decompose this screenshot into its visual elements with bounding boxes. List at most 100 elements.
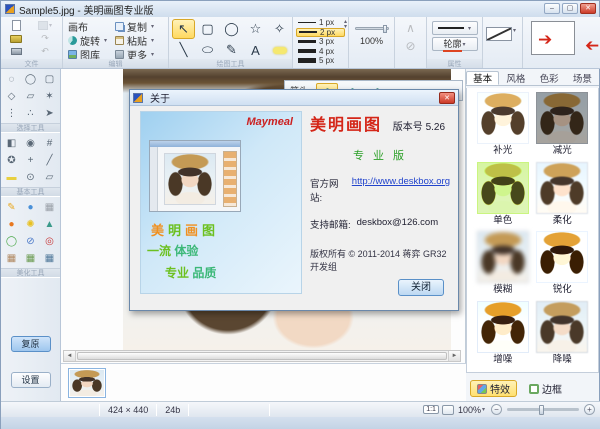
filter-item-soften[interactable]: 柔化 — [533, 162, 593, 230]
mountain-icon[interactable]: ▲ — [41, 217, 59, 232]
undo-button[interactable]: ↶ — [30, 45, 60, 58]
cross-line-icon[interactable] — [486, 27, 512, 41]
angle-tool-button[interactable]: ∧ — [398, 19, 423, 37]
width-option-5px[interactable]: 5 px — [296, 56, 345, 66]
callout-tool-button[interactable]: ⬭ — [196, 40, 219, 60]
website-link[interactable]: http://www.deskbox.org — [352, 176, 450, 204]
dialog-close-button[interactable]: 关闭 — [398, 279, 444, 296]
image-thumbnail[interactable] — [68, 368, 106, 398]
zoom-slider-handle[interactable] — [539, 405, 544, 415]
target-icon[interactable]: ◎ — [41, 234, 59, 249]
width-option-4px[interactable]: 4 px — [296, 47, 345, 57]
width-option-1px[interactable]: 1 px — [296, 18, 345, 28]
restore-button[interactable]: 复原 — [11, 336, 51, 352]
slope-tool-icon[interactable]: ╱ — [41, 153, 59, 168]
filter-thumbnail[interactable] — [477, 231, 529, 283]
arrow-tool-button[interactable]: ↖ — [172, 19, 195, 39]
filter-thumbnail[interactable] — [477, 301, 529, 353]
open-file-button[interactable] — [4, 32, 28, 45]
rectangle-tool-button[interactable]: ▢ — [196, 19, 219, 39]
freeform-select-icon[interactable]: ▱ — [22, 89, 40, 104]
width-option-2px[interactable]: 2 px — [296, 28, 345, 38]
texture-icon[interactable]: ▦ — [41, 200, 59, 215]
filter-thumbnail[interactable] — [536, 162, 588, 214]
highlight-tool-icon[interactable]: ▬ — [3, 170, 21, 185]
dialog-title-bar[interactable]: 关于 ✕ — [130, 90, 458, 106]
filter-item-fill-light[interactable]: 补光 — [473, 92, 533, 160]
canvas-button[interactable]: 画布 — [66, 19, 109, 33]
filter-item-denoise[interactable]: 降噪 — [533, 301, 593, 369]
dotted-select-icon[interactable]: ⋮ — [3, 106, 21, 121]
photo-chip-icon[interactable]: ▦ — [3, 251, 21, 266]
title-bar[interactable]: Sample5.jpg - 美明画图专业版 – ▢ ✕ — [1, 1, 599, 17]
ellipse-select-icon[interactable]: ◯ — [22, 72, 40, 87]
filter-thumbnail[interactable] — [477, 162, 529, 214]
effects-toggle[interactable]: 特效 — [470, 380, 517, 397]
green-ring-icon[interactable]: ◯ — [3, 234, 21, 249]
stamp-tool-icon[interactable]: ✪ — [3, 153, 21, 168]
crop-tool-icon[interactable]: # — [41, 136, 59, 151]
star4-tool-button[interactable]: ✧ — [268, 19, 291, 39]
star-tool-button[interactable]: ☆ — [244, 19, 267, 39]
filter-item-monochrome[interactable]: 单色 — [473, 162, 533, 230]
gradient-tool-icon[interactable]: ◧ — [3, 136, 21, 151]
settings-button[interactable]: 设置 — [11, 372, 51, 388]
filter-thumbnail[interactable] — [536, 301, 588, 353]
filter-thumbnail[interactable] — [536, 92, 588, 144]
photo-chip-icon[interactable]: ▦ — [22, 251, 40, 266]
text-tool-button[interactable]: A — [244, 40, 267, 60]
opacity-slider[interactable] — [355, 27, 389, 30]
magic-wand-icon[interactable]: ✶ — [41, 89, 59, 104]
copy-button[interactable]: 复制▾ — [113, 19, 156, 33]
zoom-caret-icon[interactable]: ▾ — [482, 406, 485, 413]
highlighter-tool-button[interactable] — [268, 40, 291, 60]
redo-button[interactable]: ↷ — [30, 32, 60, 45]
border-toggle[interactable]: 边框 — [523, 380, 568, 397]
sparkle-icon[interactable]: ✺ — [22, 217, 40, 232]
pen-beauty-icon[interactable]: ✎ — [3, 200, 21, 215]
no-fill-button[interactable]: ⊘ — [398, 37, 423, 55]
opacity-slider-handle[interactable] — [383, 25, 387, 33]
move-cursor-icon[interactable]: ➤ — [41, 106, 59, 121]
lasso-tool-icon[interactable]: ◌ — [3, 72, 21, 87]
filter-item-blur[interactable]: 模糊 — [473, 231, 533, 299]
filter-item-dim-light[interactable]: 减光 — [533, 92, 593, 160]
ellipse-tool-button[interactable]: ◯ — [220, 19, 243, 39]
save-button[interactable]: ▾ — [30, 19, 60, 32]
scatter-select-icon[interactable]: ∴ — [22, 106, 40, 121]
filter-item-add-noise[interactable]: 增噪 — [473, 301, 533, 369]
new-file-button[interactable] — [4, 19, 28, 32]
orange-dot-icon[interactable]: ● — [3, 217, 21, 232]
zoom-slider[interactable] — [507, 408, 579, 411]
outline-color-button[interactable]: 轮廓▾ — [432, 37, 478, 51]
waterdrop-icon[interactable]: ● — [22, 200, 40, 215]
width-option-3px[interactable]: 3 px — [296, 37, 345, 47]
filter-thumbnail[interactable] — [477, 92, 529, 144]
rect-select-icon[interactable]: ▢ — [41, 72, 59, 87]
filter-thumbnail[interactable] — [536, 231, 588, 283]
rotate-button[interactable]: 旋转▾ — [66, 33, 109, 47]
filter-item-sharpen[interactable]: 锐化 — [533, 231, 593, 299]
tab-color[interactable]: 色彩 — [533, 71, 566, 85]
paste-button[interactable]: 粘贴▾ — [113, 33, 156, 47]
maximize-button[interactable]: ▢ — [562, 3, 578, 14]
line-tool-button[interactable]: ╲ — [172, 40, 195, 60]
tab-style[interactable]: 风格 — [499, 71, 532, 85]
pencil-tool-button[interactable]: ✎ — [220, 40, 243, 60]
close-button[interactable]: ✕ — [580, 3, 596, 14]
polygon-select-icon[interactable]: ◇ — [3, 89, 21, 104]
eraser-tool-icon[interactable]: ▱ — [41, 170, 59, 185]
tab-scene[interactable]: 场景 — [566, 71, 599, 85]
hand-tool-icon[interactable]: + — [22, 153, 40, 168]
horizontal-scrollbar[interactable]: ◄ ► — [63, 350, 461, 362]
fit-window-button[interactable] — [442, 405, 454, 415]
dialog-close-icon[interactable]: ✕ — [439, 92, 455, 104]
actual-size-button[interactable]: 1:1 — [423, 405, 439, 414]
width-spinner[interactable]: ▴▾ — [344, 20, 347, 30]
scrollbar-thumb[interactable] — [77, 352, 447, 360]
zoom-in-button[interactable]: + — [584, 404, 595, 415]
tab-basic[interactable]: 基本 — [466, 71, 499, 85]
scroll-right-icon[interactable]: ► — [448, 351, 460, 361]
zoom-out-button[interactable]: − — [491, 404, 502, 415]
photo-chip-icon[interactable]: ▦ — [41, 251, 59, 266]
